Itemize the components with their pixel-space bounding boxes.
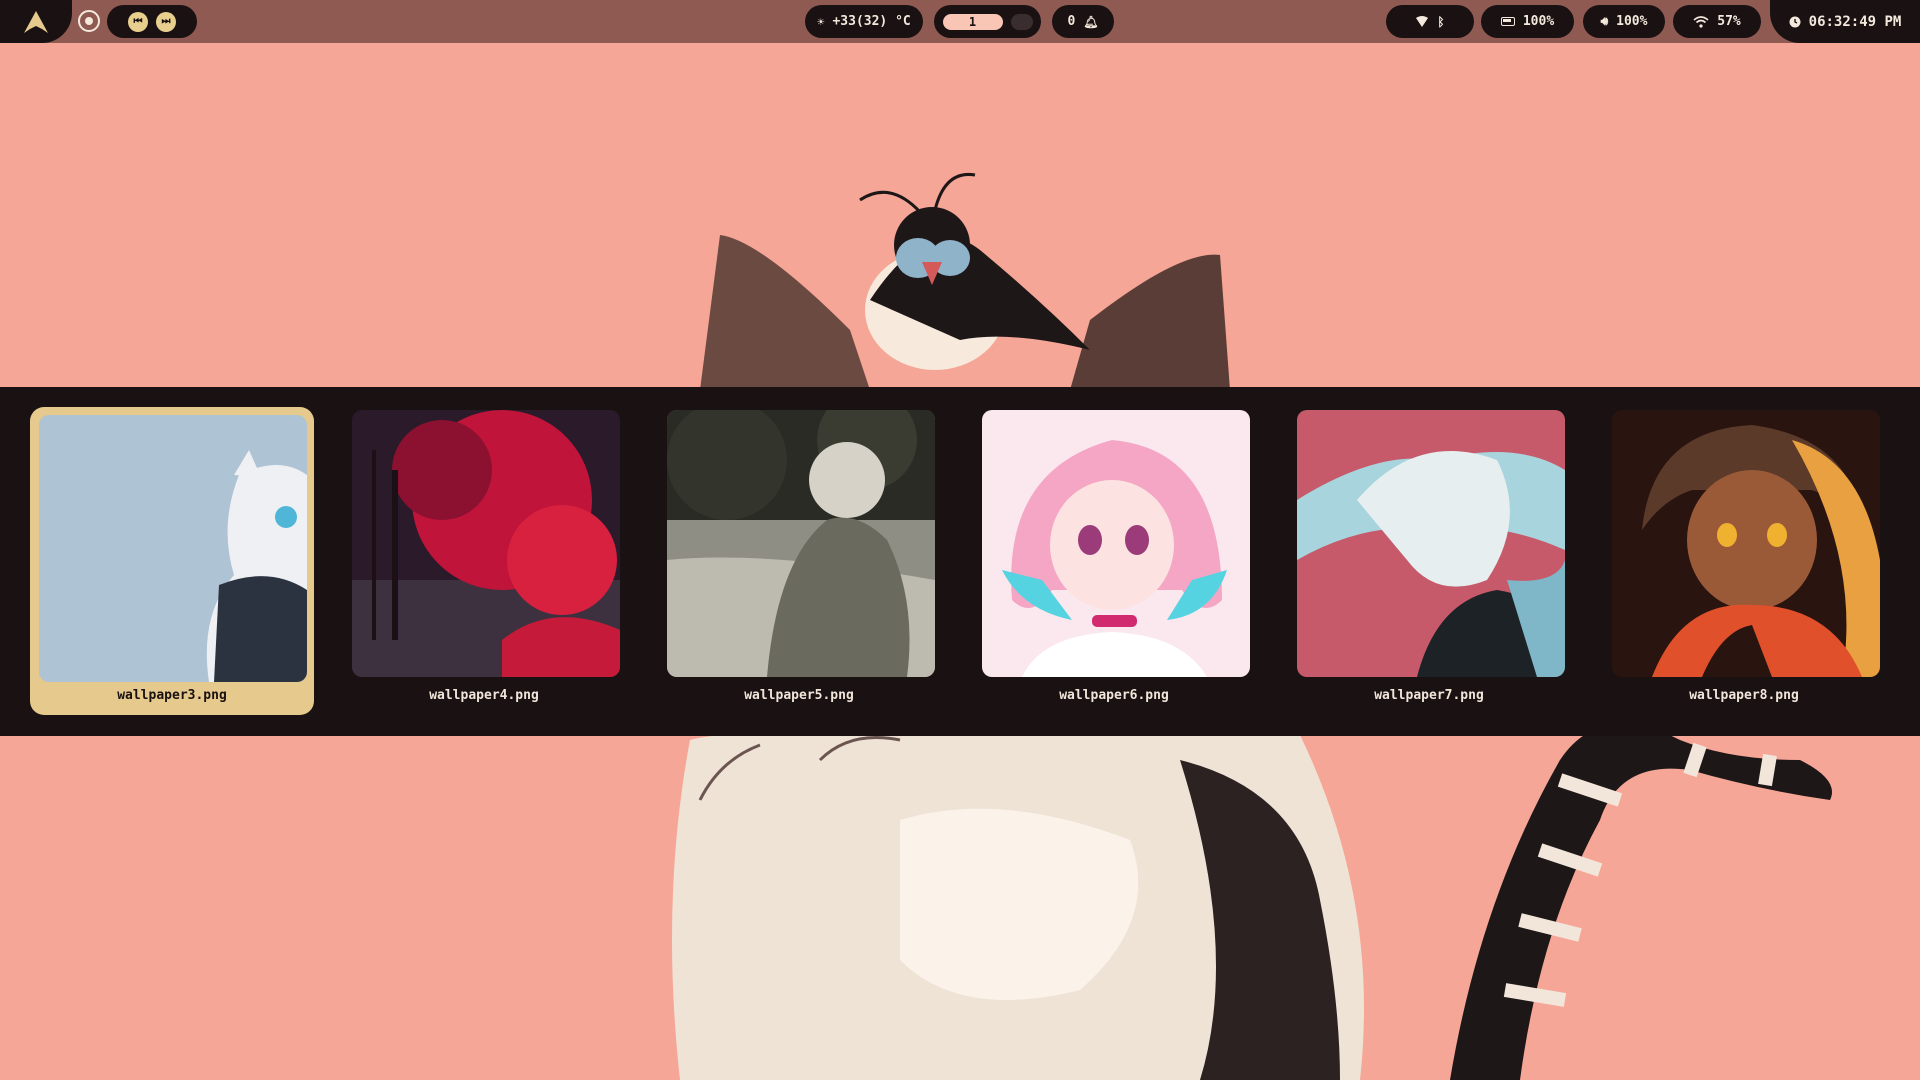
wifi-widget[interactable]: 57% — [1673, 5, 1761, 38]
bell-icon: 🔔︎ — [1083, 14, 1099, 29]
wallpaper-thumbnail — [982, 410, 1250, 677]
launcher-button[interactable] — [0, 0, 72, 43]
wallpaper-card[interactable]: wallpaper6.png — [972, 407, 1256, 715]
notification-count: 0 — [1067, 14, 1076, 29]
wallpaper-thumbnail — [39, 415, 307, 682]
wallpaper-card[interactable]: wallpaper5.png — [657, 407, 941, 715]
wallpaper-label: wallpaper4.png — [429, 688, 539, 703]
wallpaper-card[interactable]: wallpaper4.png — [342, 407, 626, 715]
weather-text: +33(32) °C — [832, 14, 911, 29]
clock-widget[interactable]: 06:32:49 PM — [1770, 0, 1920, 43]
clock-icon — [1789, 16, 1801, 27]
wallpaper-thumbnail — [667, 410, 935, 677]
sun-icon: ☀ — [817, 14, 825, 29]
wallpaper-card-selected[interactable]: wallpaper3.png — [30, 407, 314, 715]
arch-logo-icon — [24, 10, 48, 33]
notifications-widget[interactable]: 0 🔔︎ — [1052, 5, 1114, 38]
volume-value: 100% — [1616, 14, 1648, 29]
workspace-active[interactable]: 1 — [942, 13, 1003, 30]
battery-icon — [1500, 17, 1515, 26]
previous-track-icon[interactable]: ⏮ — [128, 11, 148, 32]
top-bar: ⏮ ⏭ ☀ +33(32) °C 1 0 🔔︎ ᛒ 100% 🔊︎ 100% 5… — [0, 0, 1920, 43]
desktop: ⏮ ⏭ ☀ +33(32) °C 1 0 🔔︎ ᛒ 100% 🔊︎ 100% 5… — [0, 0, 1920, 1080]
record-icon — [85, 17, 93, 25]
record-button[interactable] — [78, 10, 100, 32]
wallpaper-thumbnail — [1612, 410, 1880, 677]
next-track-icon[interactable]: ⏭ — [156, 11, 176, 32]
media-controls: ⏮ ⏭ — [107, 5, 197, 38]
bluetooth-icon: ᛒ — [1437, 14, 1445, 29]
workspaces: 1 — [934, 5, 1041, 38]
network-icon — [1416, 15, 1429, 27]
volume-widget[interactable]: 🔊︎ 100% — [1583, 5, 1665, 38]
connectivity-widget[interactable]: ᛒ — [1386, 5, 1474, 38]
wallpaper-card[interactable]: wallpaper7.png — [1287, 407, 1571, 715]
volume-icon: 🔊︎ — [1600, 14, 1609, 28]
battery-value: 100% — [1522, 14, 1555, 29]
wallpaper-selector: wallpaper3.png wallpaper4.png wallpaper5… — [0, 387, 1920, 736]
workspace-inactive[interactable] — [1010, 13, 1033, 30]
wallpaper-label: wallpaper5.png — [744, 688, 854, 703]
wallpaper-card[interactable]: wallpaper8.png — [1602, 407, 1886, 715]
wallpaper-label: wallpaper3.png — [117, 688, 227, 703]
wifi-value: 57% — [1717, 14, 1741, 29]
weather-widget[interactable]: ☀ +33(32) °C — [805, 5, 923, 38]
wallpaper-label: wallpaper8.png — [1689, 688, 1799, 703]
wallpaper-thumbnail — [352, 410, 620, 677]
wifi-icon — [1693, 15, 1709, 28]
wallpaper-label: wallpaper7.png — [1374, 688, 1484, 703]
battery-widget[interactable]: 100% — [1481, 5, 1574, 38]
clock-time: 06:32:49 PM — [1808, 13, 1902, 30]
wallpaper-thumbnail — [1297, 410, 1565, 677]
wallpaper-label: wallpaper6.png — [1059, 688, 1169, 703]
